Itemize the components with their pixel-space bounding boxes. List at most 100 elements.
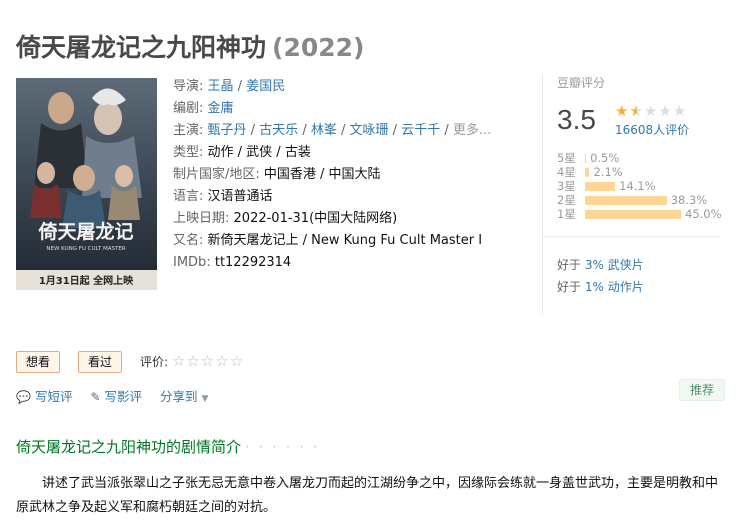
summary-title: 倚天屠龙记之九阳神功的剧情简介: [16, 438, 242, 456]
better-genre-link[interactable]: 武侠片: [608, 258, 644, 272]
star-empty-icon: ★: [672, 102, 688, 120]
imdb-value[interactable]: tt12292314: [215, 255, 291, 270]
aka-value: 新倚天屠龙记上 / New Kung Fu Cult Master Ⅰ: [207, 233, 483, 248]
cast-label: 主演:: [173, 123, 208, 138]
rate-label: 评价:: [140, 355, 169, 369]
rating-dist-row: 3星 14.1%: [557, 179, 727, 193]
rating-dist-row: 5星 0.5%: [557, 151, 727, 165]
share-menu[interactable]: 分享到 ▼: [160, 389, 208, 404]
language-value: 汉语普通话: [207, 189, 273, 204]
info-release: 上映日期: 2022-01-31(中国大陆网络): [173, 208, 491, 230]
poster-image: 倚天屠龙记 NEW KUNG FU CULT MASTER 1月31日起 全网上…: [16, 78, 157, 290]
star-empty-icon: ★: [643, 102, 659, 120]
better-genre-link[interactable]: 动作片: [608, 280, 644, 294]
write-review-link[interactable]: 写影评: [105, 389, 143, 404]
better-pct-link[interactable]: 3%: [585, 258, 604, 272]
movie-info: 导演: 王晶 / 姜国民 编剧: 金庸 主演: 甄子丹 / 古天乐 / 林峯 /…: [173, 76, 491, 274]
rating-dist-pct: 0.5%: [590, 151, 620, 165]
action-bar: 💬 写短评 ✎ 写影评 分享到 ▼: [16, 386, 222, 405]
cast-link[interactable]: 古天乐: [259, 123, 298, 138]
info-writers: 编剧: 金庸: [173, 98, 491, 120]
recommend-button[interactable]: 推荐: [679, 379, 725, 401]
info-language: 语言: 汉语普通话: [173, 186, 491, 208]
country-label: 制片国家/地区:: [173, 167, 260, 182]
country-value: 中国香港 / 中国大陆: [263, 167, 381, 182]
rating-dist-bar: [585, 196, 667, 205]
rating-score: 3.5: [557, 104, 596, 135]
rating-dist-bar: [585, 182, 616, 191]
write-short-review[interactable]: 💬 写短评: [16, 389, 72, 404]
watched-button[interactable]: 看过: [78, 351, 123, 373]
rate-star-icon[interactable]: ☆: [172, 352, 186, 370]
rating-dist-bar: [585, 210, 681, 219]
better-prefix: 好于: [557, 258, 585, 272]
rating-dist-label: 2星: [557, 193, 576, 207]
rating-stars: ★★★★★: [615, 102, 687, 120]
rating-divider: [543, 236, 721, 237]
cast-link[interactable]: 林峯: [311, 123, 337, 138]
page-title: 倚天屠龙记之九阳神功 (2022): [16, 28, 364, 64]
rating-dist-bar: [585, 168, 590, 177]
release-label: 上映日期:: [173, 211, 230, 226]
director-link[interactable]: 王晶: [208, 79, 234, 94]
cast-more-link[interactable]: 更多...: [453, 123, 491, 138]
info-aka: 又名: 新倚天屠龙记上 / New Kung Fu Cult Master Ⅰ: [173, 230, 491, 252]
rating-votes-link[interactable]: 16608人评价: [615, 121, 689, 138]
info-country: 制片国家/地区: 中国香港 / 中国大陆: [173, 164, 491, 186]
movie-year: (2022): [272, 33, 365, 62]
info-genre: 类型: 动作 / 武侠 / 古装: [173, 142, 491, 164]
imdb-label: IMDb:: [173, 255, 211, 270]
rate-star-icon[interactable]: ☆: [186, 352, 200, 370]
star-full-icon: ★: [615, 102, 630, 120]
cast-link[interactable]: 云千千: [401, 123, 440, 138]
cast-link[interactable]: 甄子丹: [208, 123, 247, 138]
poster-calligraphy: 倚天屠龙记: [37, 220, 133, 243]
summary-heading: 倚天屠龙记之九阳神功的剧情简介 · · · · · ·: [16, 436, 319, 457]
share-link[interactable]: 分享到: [160, 389, 198, 404]
star-empty-icon: ★: [658, 102, 673, 120]
summary-text: 讲述了武当派张翠山之子张无忌无意中卷入屠龙刀而起的江湖纷争之中，因缘际会练就一身…: [16, 476, 719, 515]
genre-value: 动作 / 武侠 / 古装: [207, 145, 311, 160]
rating-panel: 豆瓣评分 3.5 ★★★★★ 16608人评价 5星 0.5% 4星 2.1% 3星 14…: [542, 74, 735, 314]
writer-label: 编剧:: [173, 101, 208, 116]
rating-distribution: 5星 0.5% 4星 2.1% 3星 14.1% 2星 38.3% 1星 45.0%: [557, 151, 727, 221]
genre-label: 类型:: [173, 145, 204, 160]
info-directors: 导演: 王晶 / 姜国民: [173, 79, 286, 94]
write-short-link[interactable]: 写短评: [35, 389, 73, 404]
info-cast: 主演: 甄子丹 / 古天乐 / 林峯 / 文咏珊 / 云千千 / 更多...: [173, 123, 492, 138]
info-imdb: IMDb: tt12292314: [173, 252, 491, 274]
director-link[interactable]: 姜国民: [246, 79, 285, 94]
better-prefix: 好于: [557, 280, 585, 294]
rating-dist-row: 4星 2.1%: [557, 165, 727, 179]
rating-dist-label: 3星: [557, 179, 576, 193]
rating-dist-pct: 38.3%: [670, 193, 708, 207]
rating-dist-pct: 14.1%: [619, 179, 656, 193]
rating-dist-label: 1星: [557, 207, 576, 221]
pencil-icon: ✎: [90, 390, 101, 404]
rating-dist-bar: [585, 154, 587, 163]
cast-link[interactable]: 文咏珊: [350, 123, 389, 138]
better-pct-link[interactable]: 1%: [585, 280, 604, 294]
better-than-row: 好于 3% 武侠片: [557, 254, 644, 276]
movie-poster[interactable]: 倚天屠龙记 NEW KUNG FU CULT MASTER 1月31日起 全网上…: [16, 78, 157, 290]
release-value: 2022-01-31(中国大陆网络): [233, 211, 398, 226]
poster-subtitle: NEW KUNG FU CULT MASTER: [46, 246, 125, 252]
rate-star-icon[interactable]: ☆: [215, 352, 229, 370]
director-label: 导演:: [173, 79, 208, 94]
rating-dist-pct: 2.1%: [593, 165, 623, 179]
rate-star-icon[interactable]: ☆: [230, 352, 244, 370]
rating-header: 豆瓣评分: [557, 76, 606, 90]
comment-icon: 💬: [16, 390, 31, 404]
rating-dist-row: 2星 38.3%: [557, 193, 727, 207]
rate-star-icon[interactable]: ☆: [201, 352, 215, 370]
rating-dist-row: 1星 45.0%: [557, 207, 727, 221]
summary-dots: · · · · · ·: [245, 438, 320, 456]
rating-dist-label: 5星: [557, 151, 576, 165]
want-to-watch-button[interactable]: 想看: [16, 351, 61, 373]
better-than: 好于 3% 武侠片 好于 1% 动作片: [557, 254, 644, 298]
poster-banner: 1月31日起 全网上映: [39, 274, 134, 287]
rating-dist-label: 4星: [557, 165, 576, 179]
write-review[interactable]: ✎ 写影评: [90, 389, 142, 404]
movie-title: 倚天屠龙记之九阳神功: [16, 33, 267, 62]
writer-link[interactable]: 金庸: [208, 101, 234, 116]
